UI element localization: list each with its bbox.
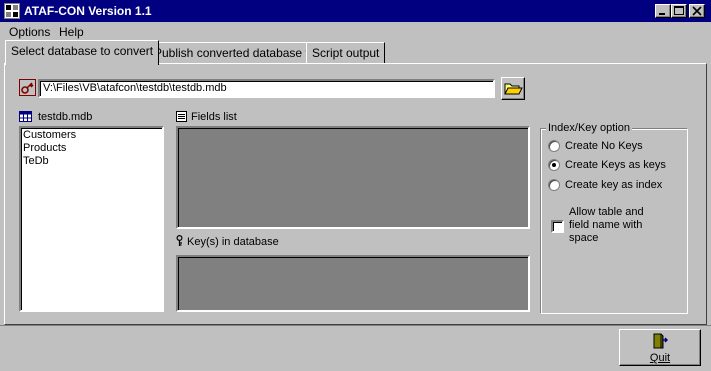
list-item[interactable]: Products [23,142,160,155]
open-folder-icon [504,83,523,95]
fields-list-label: Fields list [191,111,237,123]
list-item[interactable]: Customers [23,129,160,142]
allow-space-label-line: space [569,232,599,244]
maximize-button[interactable] [671,4,687,18]
tab-script-output[interactable]: Script output [306,42,386,64]
keys-label: Key(s) in database [187,236,279,248]
radio-selected-dot [552,163,556,167]
close-button[interactable] [689,4,705,18]
keys-box[interactable] [176,255,530,312]
fields-list-icon [176,111,187,122]
exit-door-icon [653,333,669,349]
quit-label: Quit [649,352,671,364]
create-keys-as-keys-label[interactable]: Create Keys as keys [565,158,666,172]
fields-list-box[interactable] [176,126,530,229]
menu-bar: Options Help [0,22,711,42]
create-key-as-index-label[interactable]: Create key as index [565,178,662,192]
tab-select-database[interactable]: Select database to convert [5,40,160,65]
allow-space-checkbox[interactable] [551,220,564,233]
bottom-divider [0,325,711,326]
radio-create-no-keys[interactable] [548,140,560,152]
table-grid-icon [19,111,32,122]
minimize-button[interactable] [655,4,671,18]
key-icon [175,234,184,247]
allow-space-label-line: Allow table and [569,206,644,218]
title-bar[interactable]: ATAF-CON Version 1.1 [0,0,711,22]
database-key-icon [19,79,36,96]
quit-button[interactable]: Quit [619,329,701,366]
create-no-keys-label[interactable]: Create No Keys [565,139,643,153]
database-path-input[interactable]: V:\Files\VB\atafcon\testdb\testdb.mdb [38,79,495,98]
menu-help[interactable]: Help [59,25,84,39]
radio-create-key-as-index[interactable] [548,179,560,191]
window-title: ATAF-CON Version 1.1 [24,4,152,18]
list-item[interactable]: TeDb [23,155,160,168]
radio-create-keys-as-keys[interactable] [548,159,560,171]
allow-space-label[interactable]: Allow table and field name with space [569,206,644,245]
tables-listbox[interactable]: Customers Products TeDb [19,126,164,312]
browse-folder-button[interactable] [501,77,525,100]
app-icon [4,3,20,19]
tab-publish-database[interactable]: Publish converted database to [148,42,322,64]
database-name-label: testdb.mdb [38,111,93,123]
index-key-option-title: Index/Key option [546,122,632,135]
menu-options[interactable]: Options [9,25,50,39]
allow-space-label-line: field name with [569,219,643,231]
